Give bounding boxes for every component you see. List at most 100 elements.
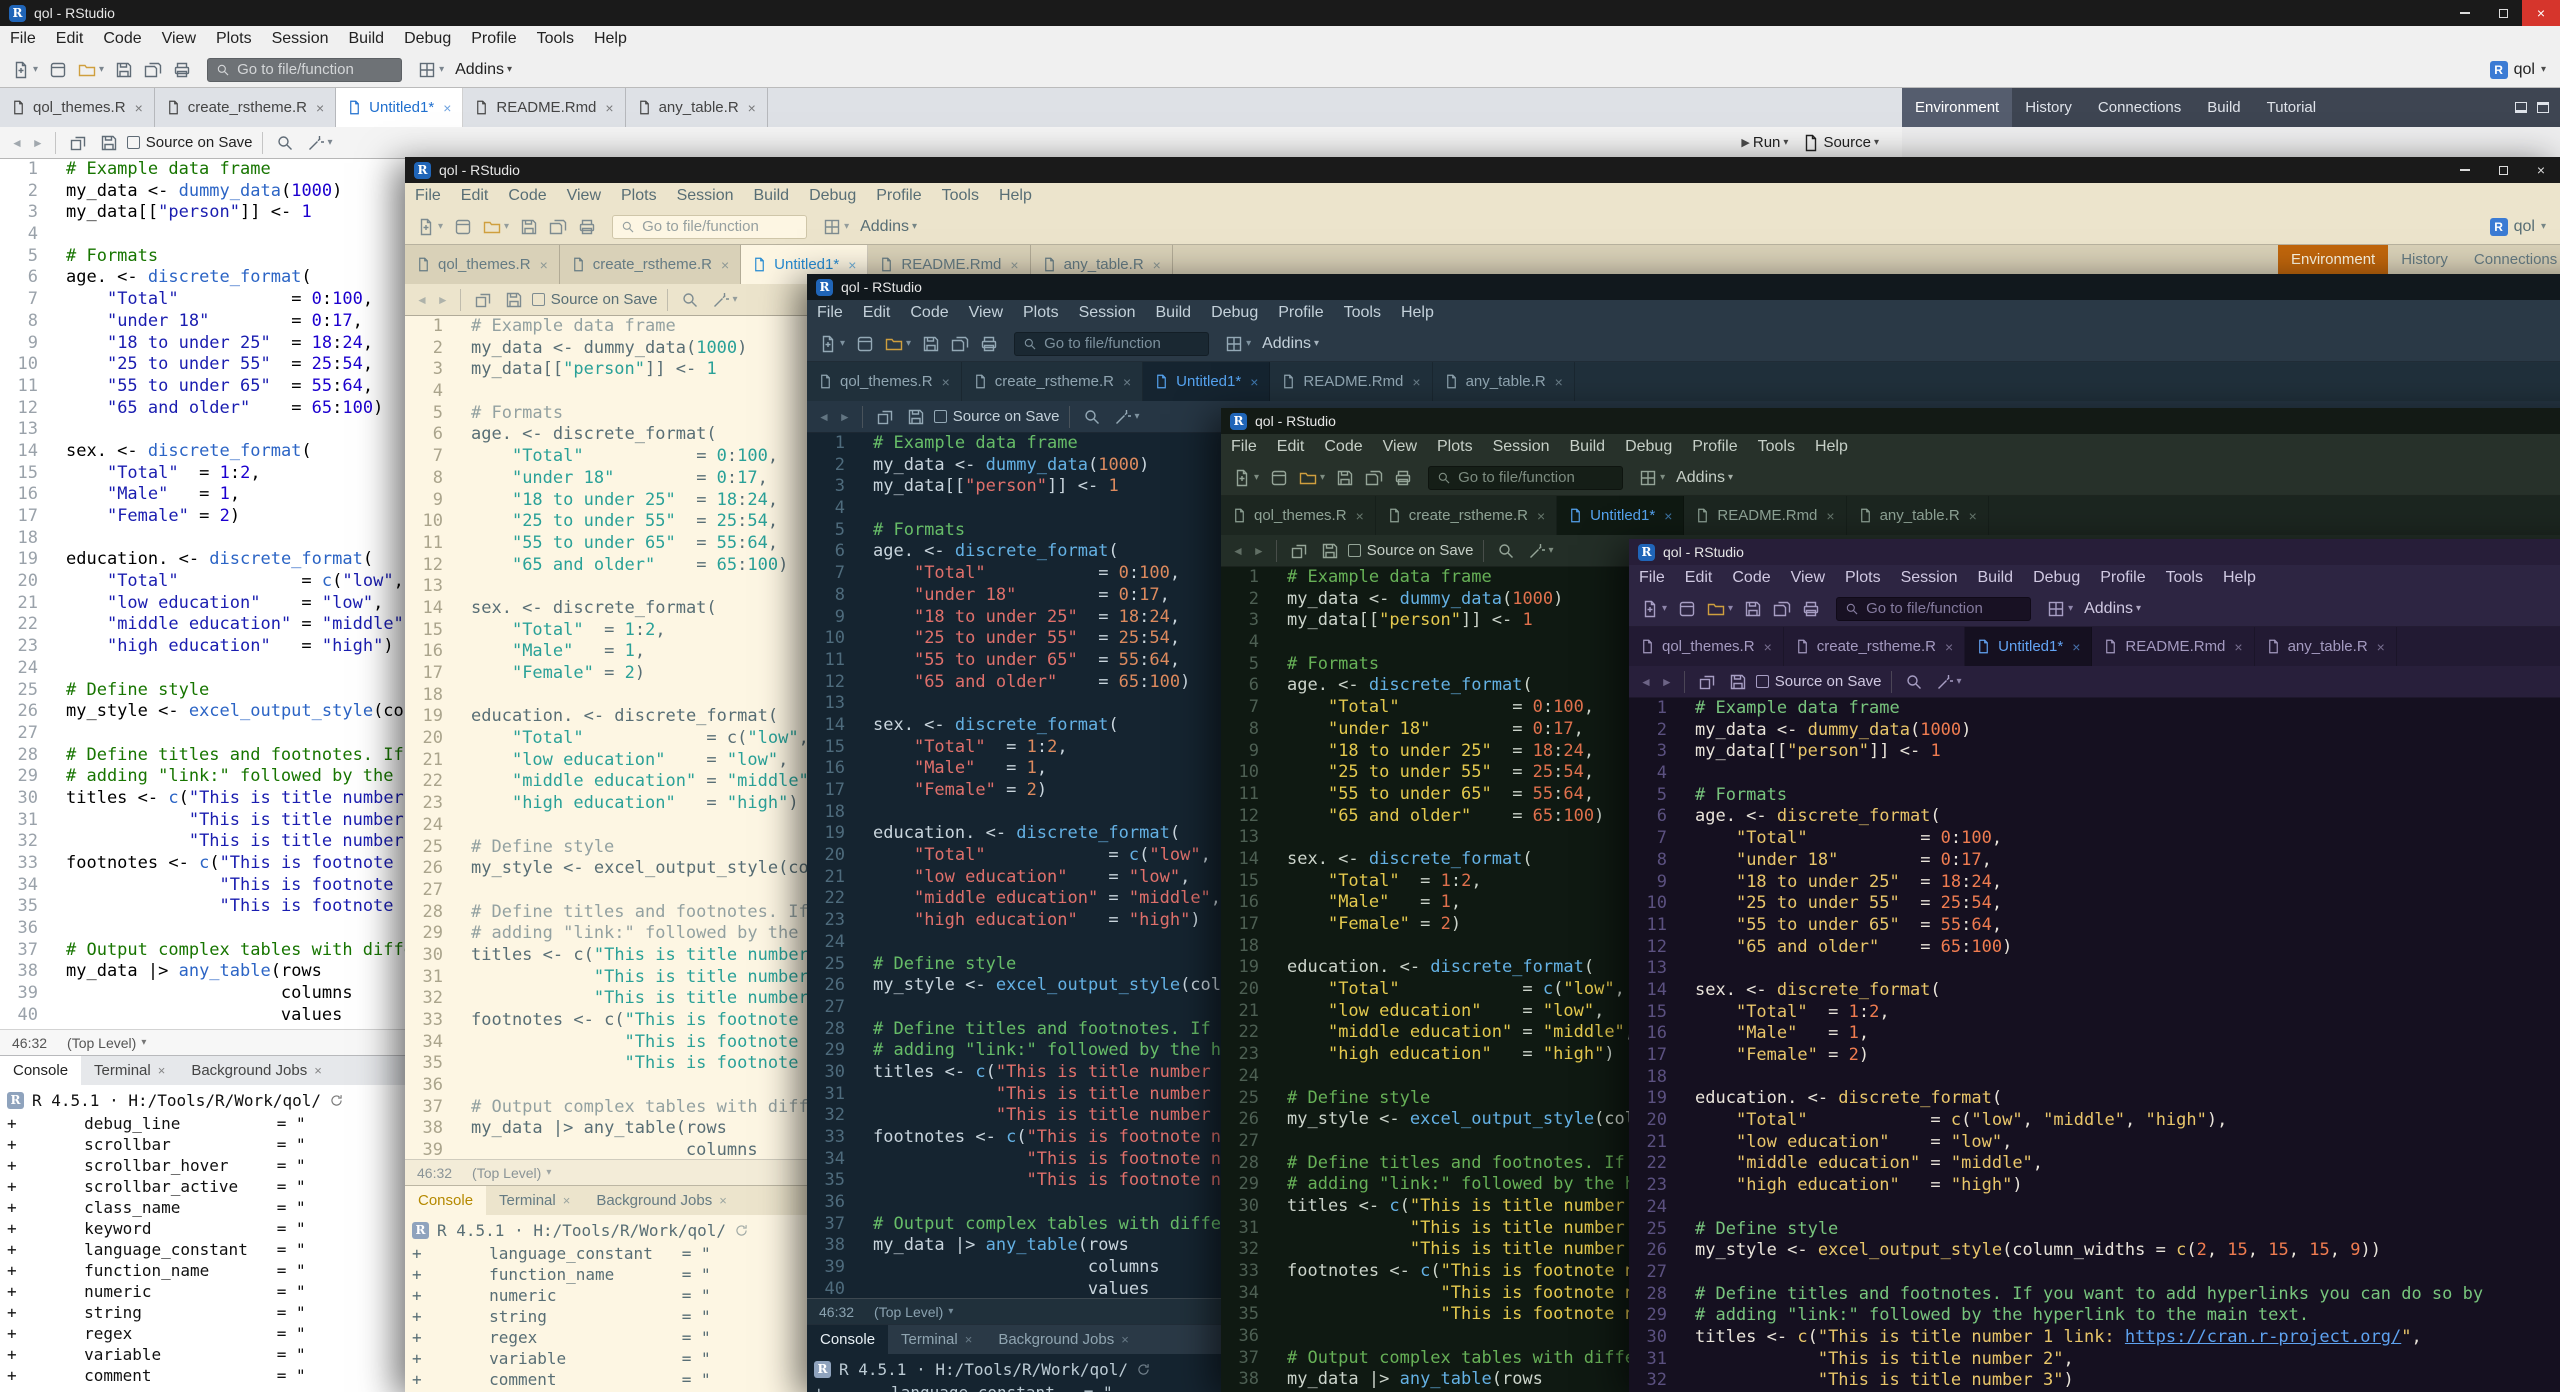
- tab-qol-themes-r[interactable]: qol_themes.R×: [0, 88, 155, 127]
- menu-session[interactable]: Session: [1483, 434, 1560, 460]
- new-project-button[interactable]: [1674, 597, 1700, 621]
- new-project-button[interactable]: [45, 58, 71, 82]
- open-file-button[interactable]: ▾: [1295, 466, 1329, 490]
- tab-qol-themes-r[interactable]: qol_themes.R×: [405, 245, 560, 284]
- tab-close-icon[interactable]: ×: [1826, 508, 1834, 524]
- menu-help[interactable]: Help: [1391, 300, 1444, 326]
- tab-untitled1[interactable]: Untitled1*×: [1965, 627, 2092, 666]
- menu-build[interactable]: Build: [339, 26, 395, 52]
- menu-plots[interactable]: Plots: [1427, 434, 1483, 460]
- save-button[interactable]: [1332, 466, 1358, 490]
- menu-help[interactable]: Help: [584, 26, 637, 52]
- tab-close-icon[interactable]: ×: [2234, 639, 2242, 655]
- forward-icon[interactable]: ►: [435, 293, 451, 307]
- pane-minimize-icon[interactable]: [2515, 102, 2527, 113]
- tab-any-table-r[interactable]: any_table.R×: [2255, 627, 2397, 666]
- save-button[interactable]: [111, 58, 137, 82]
- code-line[interactable]: 13: [1629, 958, 2560, 980]
- pane-maximize-icon[interactable]: [2537, 102, 2549, 113]
- menu-session[interactable]: Session: [262, 26, 339, 52]
- find-replace-button[interactable]: [1079, 405, 1105, 429]
- menu-help[interactable]: Help: [989, 183, 1042, 209]
- forward-icon[interactable]: ►: [1659, 675, 1675, 689]
- addins-button[interactable]: Addins▾: [856, 215, 921, 239]
- open-file-button[interactable]: ▾: [74, 58, 108, 82]
- print-button[interactable]: [1390, 466, 1416, 490]
- menu-file[interactable]: File: [807, 300, 853, 326]
- code-line[interactable]: 19education. <- discrete_format(: [1629, 1088, 2560, 1110]
- code-tools-button[interactable]: ▾: [708, 288, 742, 312]
- tab-readme-rmd[interactable]: README.Rmd×: [2092, 627, 2254, 666]
- tab-close-icon[interactable]: ×: [1153, 257, 1161, 273]
- tab-close-icon[interactable]: ×: [1555, 374, 1563, 390]
- tab-close-icon[interactable]: ×: [2377, 639, 2385, 655]
- menu-code[interactable]: Code: [93, 26, 151, 52]
- console-tab-terminal[interactable]: Terminal×: [486, 1186, 583, 1215]
- menu-debug[interactable]: Debug: [799, 183, 866, 209]
- menu-session[interactable]: Session: [1069, 300, 1146, 326]
- code-line[interactable]: 29# adding "link:" followed by the hyper…: [1629, 1305, 2560, 1327]
- panel-tab-connections[interactable]: Connections: [2085, 88, 2194, 127]
- workspace-panes-button[interactable]: ▾: [2043, 597, 2077, 621]
- menu-tools[interactable]: Tools: [527, 26, 584, 52]
- new-file-button[interactable]: ▾: [815, 332, 849, 356]
- code-line[interactable]: 30titles <- c("This is title number 1 li…: [1629, 1327, 2560, 1349]
- save-all-button[interactable]: [1361, 466, 1387, 490]
- tab-close-icon[interactable]: ×: [316, 100, 324, 116]
- menu-file[interactable]: File: [1629, 565, 1675, 591]
- tab-close-icon[interactable]: ×: [1356, 508, 1364, 524]
- tab-create-rstheme-r[interactable]: create_rstheme.R×: [155, 88, 336, 127]
- menu-edit[interactable]: Edit: [1675, 565, 1723, 591]
- popout-button[interactable]: [872, 405, 898, 429]
- find-replace-button[interactable]: [677, 288, 703, 312]
- save-all-button[interactable]: [947, 332, 973, 356]
- tab-close-icon[interactable]: ×: [1664, 508, 1672, 524]
- menu-tools[interactable]: Tools: [1748, 434, 1805, 460]
- tab-close-icon[interactable]: ×: [135, 100, 143, 116]
- tab-close-icon[interactable]: ×: [721, 257, 729, 273]
- new-file-button[interactable]: ▾: [413, 215, 447, 239]
- tab-close-icon[interactable]: ×: [540, 257, 548, 273]
- code-line[interactable]: 3my_data[["person"]] <- 1: [1629, 741, 2560, 763]
- tab-any-table-r[interactable]: any_table.R×: [626, 88, 768, 127]
- code-line[interactable]: 8 "under 18" = 0:17,: [1629, 850, 2560, 872]
- scope-selector[interactable]: (Top Level)▾: [874, 1304, 953, 1320]
- console-tab-background-jobs[interactable]: Background Jobs×: [178, 1056, 335, 1085]
- panel-tab-history[interactable]: History: [2388, 245, 2461, 274]
- source-on-save-checkbox[interactable]: Source on Save: [127, 134, 253, 151]
- menu-file[interactable]: File: [1221, 434, 1267, 460]
- workspace-panes-button[interactable]: ▾: [1221, 332, 1255, 356]
- print-button[interactable]: [574, 215, 600, 239]
- tab-close-icon[interactable]: ×: [2072, 639, 2080, 655]
- tab-close-icon[interactable]: ×: [965, 1332, 973, 1347]
- tab-untitled1[interactable]: Untitled1*×: [1557, 496, 1684, 535]
- save-button[interactable]: [918, 332, 944, 356]
- tab-close-icon[interactable]: ×: [1123, 374, 1131, 390]
- code-line[interactable]: 6age. <- discrete_format(: [1629, 806, 2560, 828]
- code-tools-button[interactable]: ▾: [1524, 539, 1558, 563]
- workspace-panes-button[interactable]: ▾: [414, 58, 448, 82]
- menu-file[interactable]: File: [0, 26, 46, 52]
- save-button[interactable]: [1740, 597, 1766, 621]
- new-project-button[interactable]: [852, 332, 878, 356]
- menu-file[interactable]: File: [405, 183, 451, 209]
- menu-edit[interactable]: Edit: [853, 300, 901, 326]
- code-tools-button[interactable]: ▾: [303, 131, 337, 155]
- save-button[interactable]: [516, 215, 542, 239]
- tab-close-icon[interactable]: ×: [1537, 508, 1545, 524]
- tab-close-icon[interactable]: ×: [1250, 374, 1258, 390]
- code-line[interactable]: 4: [1629, 763, 2560, 785]
- menu-code[interactable]: Code: [1314, 434, 1372, 460]
- tab-close-icon[interactable]: ×: [605, 100, 613, 116]
- scope-selector[interactable]: (Top Level)▾: [67, 1035, 146, 1051]
- print-button[interactable]: [976, 332, 1002, 356]
- panel-tab-build[interactable]: Build: [2194, 88, 2253, 127]
- find-replace-button[interactable]: [272, 131, 298, 155]
- menu-code[interactable]: Code: [1722, 565, 1780, 591]
- goto-file-function-input[interactable]: Go to file/function: [1836, 597, 2031, 621]
- code-line[interactable]: 5# Formats: [1629, 785, 2560, 807]
- code-line[interactable]: 21 "low education" = "low",: [1629, 1132, 2560, 1154]
- back-icon[interactable]: ◄: [1230, 544, 1246, 558]
- tab-untitled1[interactable]: Untitled1*×: [336, 88, 463, 127]
- new-project-button[interactable]: [1266, 466, 1292, 490]
